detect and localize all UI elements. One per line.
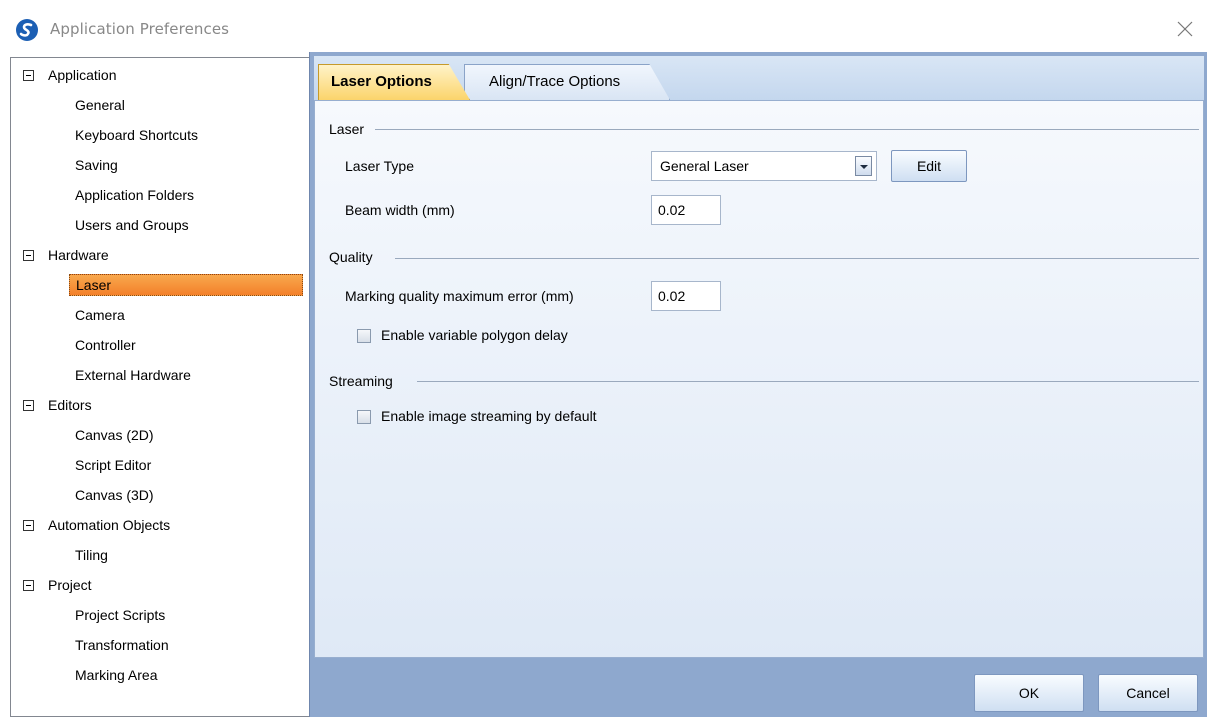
- tree-item-transformation[interactable]: Transformation: [69, 634, 175, 658]
- settings-panel: Align/Trace Options Laser Options Laser …: [309, 52, 1207, 717]
- tree-item-canvas-2d[interactable]: Canvas (2D): [69, 424, 160, 448]
- app-logo-icon: [16, 19, 38, 41]
- tree-item-script-editor[interactable]: Script Editor: [69, 454, 157, 478]
- group-divider: [375, 129, 1199, 130]
- image-streaming-label: Enable image streaming by default: [381, 408, 597, 424]
- tree-item-project-scripts[interactable]: Project Scripts: [69, 604, 171, 628]
- tree-item-controller[interactable]: Controller: [69, 334, 142, 358]
- tab-laser-options[interactable]: Laser Options: [318, 64, 470, 100]
- tree-group-label: Automation Objects: [48, 517, 171, 533]
- tree-group-label: Application: [48, 67, 117, 83]
- max-error-input[interactable]: 0.02: [651, 281, 721, 311]
- tab-align-trace-options[interactable]: Align/Trace Options: [464, 64, 670, 100]
- edit-button[interactable]: Edit: [891, 150, 967, 182]
- beam-width-label: Beam width (mm): [345, 202, 455, 218]
- cancel-button[interactable]: Cancel: [1098, 674, 1198, 712]
- max-error-label: Marking quality maximum error (mm): [345, 288, 574, 304]
- variable-polygon-delay-checkbox[interactable]: [357, 329, 371, 343]
- tree-item-label: Controller: [75, 337, 136, 353]
- variable-polygon-delay-label: Enable variable polygon delay: [381, 327, 568, 343]
- group-divider: [417, 381, 1199, 382]
- chevron-down-icon[interactable]: [855, 156, 872, 176]
- tree-group-label: Hardware: [48, 247, 109, 263]
- collapse-icon[interactable]: [23, 250, 34, 261]
- tree-item-label: Canvas (3D): [75, 487, 154, 503]
- tab-strip: Align/Trace Options Laser Options: [314, 56, 1204, 100]
- tree-item-label: Camera: [75, 307, 125, 323]
- tree-item-laser[interactable]: Laser: [69, 274, 303, 298]
- beam-width-input[interactable]: 0.02: [651, 195, 721, 225]
- laser-group-header: Laser: [329, 121, 365, 137]
- streaming-group-header: Streaming: [329, 373, 393, 389]
- collapse-icon[interactable]: [23, 580, 34, 591]
- tree-item-label: Project Scripts: [75, 607, 166, 623]
- tree-item-label: Laser: [69, 274, 303, 296]
- laser-type-value: General Laser: [660, 158, 749, 174]
- tree-item-users-and-groups[interactable]: Users and Groups: [69, 214, 195, 238]
- tree-item-label: Script Editor: [75, 457, 152, 473]
- tree-item-application-folders[interactable]: Application Folders: [69, 184, 200, 208]
- image-streaming-checkbox[interactable]: [357, 410, 371, 424]
- laser-type-label: Laser Type: [345, 158, 415, 174]
- collapse-icon[interactable]: [23, 70, 34, 81]
- tree-item-canvas-3d[interactable]: Canvas (3D): [69, 484, 160, 508]
- window-title: Application Preferences: [50, 20, 230, 38]
- tree-item-saving[interactable]: Saving: [69, 154, 124, 178]
- close-icon[interactable]: [1170, 14, 1200, 44]
- quality-group-header: Quality: [329, 249, 373, 265]
- tree-item-general[interactable]: General: [69, 94, 131, 118]
- tree-item-label: Users and Groups: [75, 217, 189, 233]
- collapse-icon[interactable]: [23, 520, 34, 531]
- preferences-tree: Application General Keyboard Shortcuts S…: [10, 57, 309, 717]
- tree-item-keyboard-shortcuts[interactable]: Keyboard Shortcuts: [69, 124, 204, 148]
- tree-item-tiling[interactable]: Tiling: [69, 544, 114, 568]
- tree-item-label: Tiling: [75, 547, 108, 563]
- ok-button[interactable]: OK: [974, 674, 1084, 712]
- tree-item-label: Keyboard Shortcuts: [75, 127, 198, 143]
- tree-item-label: External Hardware: [75, 367, 191, 383]
- tree-item-label: Saving: [75, 157, 118, 173]
- laser-type-dropdown[interactable]: General Laser: [651, 151, 877, 181]
- laser-options-content: Laser Laser Type General Laser Edit Beam…: [314, 100, 1204, 658]
- tree-item-label: Canvas (2D): [75, 427, 154, 443]
- tree-item-external-hardware[interactable]: External Hardware: [69, 364, 197, 388]
- tree-item-label: Marking Area: [75, 667, 158, 683]
- title-bar: Application Preferences: [0, 0, 1207, 57]
- tree-item-label: Application Folders: [75, 187, 195, 203]
- tree-group-label: Project: [48, 577, 92, 593]
- group-divider: [395, 258, 1199, 259]
- tree-item-label: Transformation: [75, 637, 169, 653]
- tree-item-camera[interactable]: Camera: [69, 304, 131, 328]
- tree-group-label: Editors: [48, 397, 92, 413]
- tree-item-label: General: [75, 97, 125, 113]
- collapse-icon[interactable]: [23, 400, 34, 411]
- dialog-footer: OK Cancel: [314, 664, 1204, 717]
- tree-item-marking-area[interactable]: Marking Area: [69, 664, 163, 688]
